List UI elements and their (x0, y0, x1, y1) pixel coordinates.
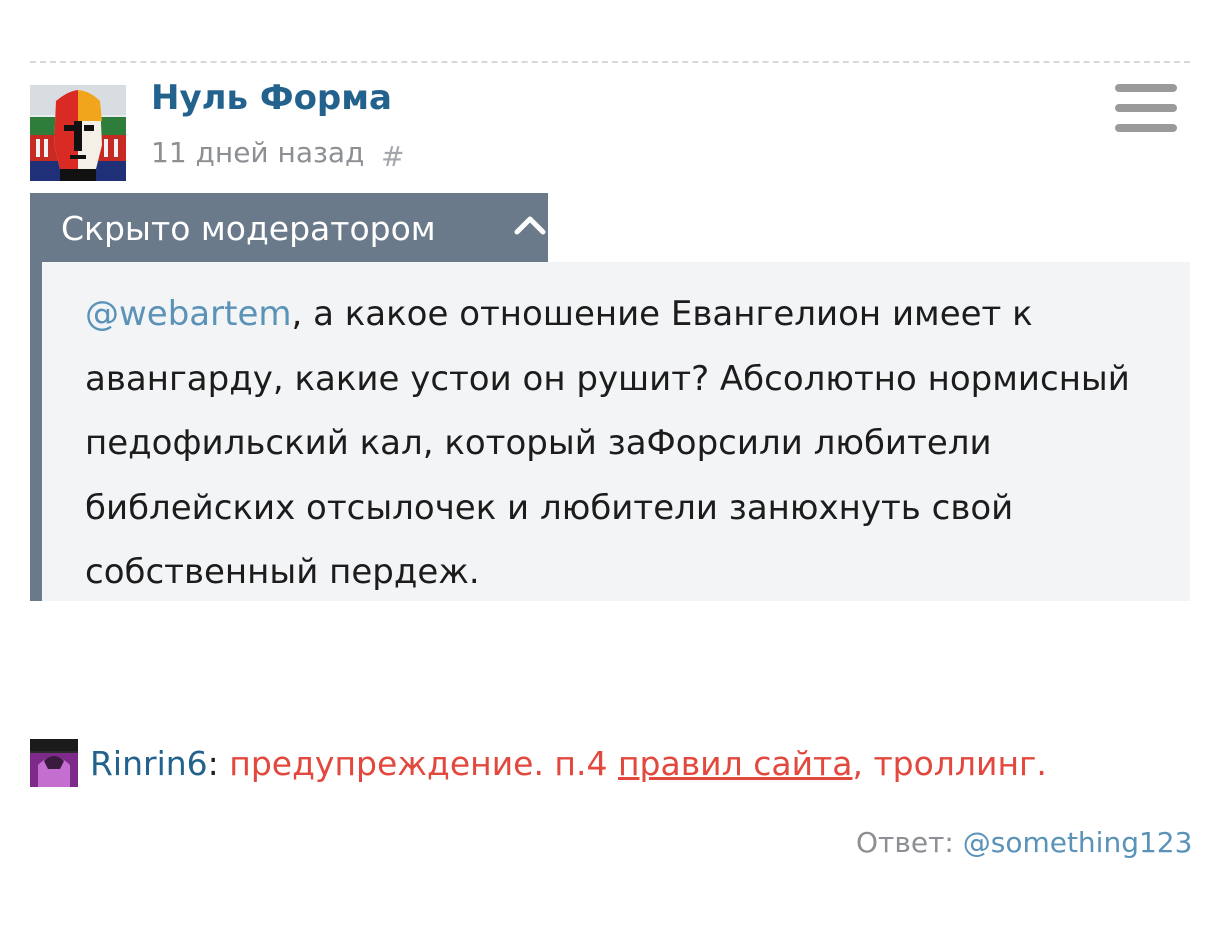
chevron-up-icon (514, 216, 546, 235)
comment-timestamp[interactable]: 11 дней назад (151, 136, 364, 169)
moderation-note: Rinrin6: предупреждение. п.4 правил сайт… (90, 744, 1047, 783)
reply-info: Ответ: @something123 (856, 826, 1192, 859)
hidden-by-moderator-toggle[interactable]: Скрыто модератором (30, 193, 548, 262)
moderator-name-link[interactable]: Rinrin6 (90, 744, 208, 783)
warning-text: предупреждение. п.4 (229, 744, 618, 783)
mention-link[interactable]: @webartem (85, 294, 292, 334)
author-avatar[interactable] (30, 85, 126, 181)
moderation-separator: : (207, 744, 230, 783)
hamburger-menu-icon (1115, 84, 1177, 92)
reply-label: Ответ: (856, 826, 963, 859)
moderator-avatar-image (30, 739, 78, 787)
comment-author-link[interactable]: Нуль Форма (151, 78, 392, 118)
hidden-comment-body: @webartem, а какое отношение Евангелион … (30, 262, 1190, 601)
author-avatar-image (30, 85, 126, 181)
hamburger-menu-icon (1115, 104, 1177, 112)
hidden-by-moderator-label: Скрыто модератором (61, 209, 436, 248)
comment-menu-button[interactable] (1115, 84, 1177, 134)
permalink-anchor[interactable]: # (381, 140, 404, 173)
comment-text: @webartem, а какое отношение Евангелион … (85, 282, 1175, 605)
comment-divider (30, 61, 1190, 63)
reply-target-link[interactable]: @something123 (963, 826, 1193, 859)
warning-reason: , троллинг. (852, 744, 1047, 783)
hamburger-menu-icon (1115, 124, 1177, 132)
comment-text-body: , а какое отношение Евангелион имеет к а… (85, 294, 1130, 592)
moderator-avatar[interactable] (30, 739, 78, 787)
site-rules-link[interactable]: правил сайта (618, 744, 852, 783)
